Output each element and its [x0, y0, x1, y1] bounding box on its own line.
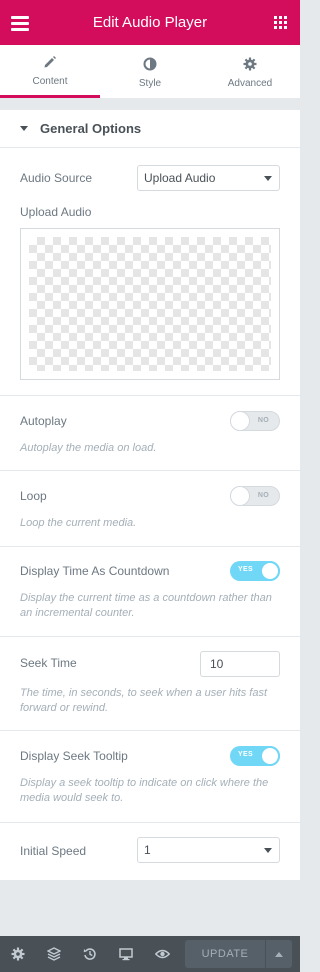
layers-icon[interactable]: [36, 936, 72, 972]
toggle-knob: [230, 411, 250, 431]
divider: [0, 636, 300, 637]
widgets-grid-icon[interactable]: [274, 16, 287, 29]
caret-down-icon: [20, 126, 28, 131]
seek-tooltip-toggle-state: YES: [238, 751, 253, 758]
chevron-down-icon: [264, 848, 272, 853]
settings-gear-icon[interactable]: [0, 936, 36, 972]
countdown-description: Display the current time as a countdown …: [20, 592, 272, 619]
loop-label: Loop: [20, 489, 47, 503]
divider: [0, 546, 300, 547]
tab-content[interactable]: Content: [0, 45, 100, 98]
contrast-icon: [143, 55, 157, 73]
countdown-toggle[interactable]: YES: [230, 561, 280, 581]
divider: [0, 822, 300, 823]
panel-title: Edit Audio Player: [92, 14, 208, 31]
panel-tabs: Content Style Advanced: [0, 45, 300, 99]
section-title: General Options: [40, 121, 142, 136]
gear-icon: [243, 55, 257, 73]
caret-up-icon: [275, 951, 283, 957]
tab-edge: [300, 45, 305, 99]
toggle-knob: [230, 486, 250, 506]
seek-time-label: Seek Time: [20, 656, 77, 670]
countdown-label: Display Time As Countdown: [20, 564, 170, 578]
media-placeholder: [29, 237, 271, 371]
audio-source-value: Upload Audio: [144, 171, 216, 185]
divider: [0, 470, 300, 471]
tab-content-label: Content: [32, 76, 68, 87]
loop-toggle-state: NO: [257, 492, 269, 499]
seek-time-input[interactable]: [200, 651, 280, 677]
chevron-down-icon: [264, 176, 272, 181]
tab-style-label: Style: [138, 77, 162, 89]
eye-icon[interactable]: [144, 936, 180, 972]
initial-speed-select[interactable]: 1: [137, 837, 280, 863]
divider: [0, 730, 300, 731]
upload-audio-label: Upload Audio: [20, 205, 92, 219]
menu-icon[interactable]: [11, 16, 29, 31]
toggle-knob: [260, 746, 280, 766]
seek-tooltip-label: Display Seek Tooltip: [20, 749, 128, 763]
history-icon[interactable]: [72, 936, 108, 972]
initial-speed-value: 1: [144, 843, 151, 857]
loop-description: Loop the current media.: [20, 517, 137, 529]
seek-tooltip-toggle[interactable]: YES: [230, 746, 280, 766]
countdown-toggle-state: YES: [238, 566, 253, 573]
tab-advanced[interactable]: Advanced: [200, 45, 300, 98]
seek-tooltip-description: Display a seek tooltip to indicate on cl…: [20, 777, 269, 804]
loop-toggle[interactable]: NO: [230, 486, 280, 506]
desktop-icon[interactable]: [108, 936, 144, 972]
toggle-knob: [260, 561, 280, 581]
autoplay-toggle-state: NO: [257, 417, 269, 424]
initial-speed-label: Initial Speed: [20, 844, 87, 858]
pencil-icon: [43, 53, 57, 71]
audio-source-select[interactable]: Upload Audio: [137, 165, 280, 191]
editor-footer: UPDATE: [0, 936, 300, 972]
autoplay-label: Autoplay: [20, 414, 67, 428]
section-general-options[interactable]: General Options: [0, 110, 300, 148]
tab-advanced-label: Advanced: [227, 77, 273, 89]
autoplay-description: Autoplay the media on load.: [20, 442, 157, 454]
tab-style[interactable]: Style: [100, 45, 200, 98]
autoplay-toggle[interactable]: NO: [230, 411, 280, 431]
divider: [0, 395, 300, 396]
update-button[interactable]: UPDATE: [185, 940, 265, 968]
media-upload-area[interactable]: [20, 228, 280, 380]
editor-header: Edit Audio Player: [0, 0, 300, 45]
update-options-button[interactable]: [266, 940, 292, 968]
audio-source-label: Audio Source: [20, 171, 93, 185]
seek-time-description: The time, in seconds, to seek when a use…: [20, 687, 268, 714]
